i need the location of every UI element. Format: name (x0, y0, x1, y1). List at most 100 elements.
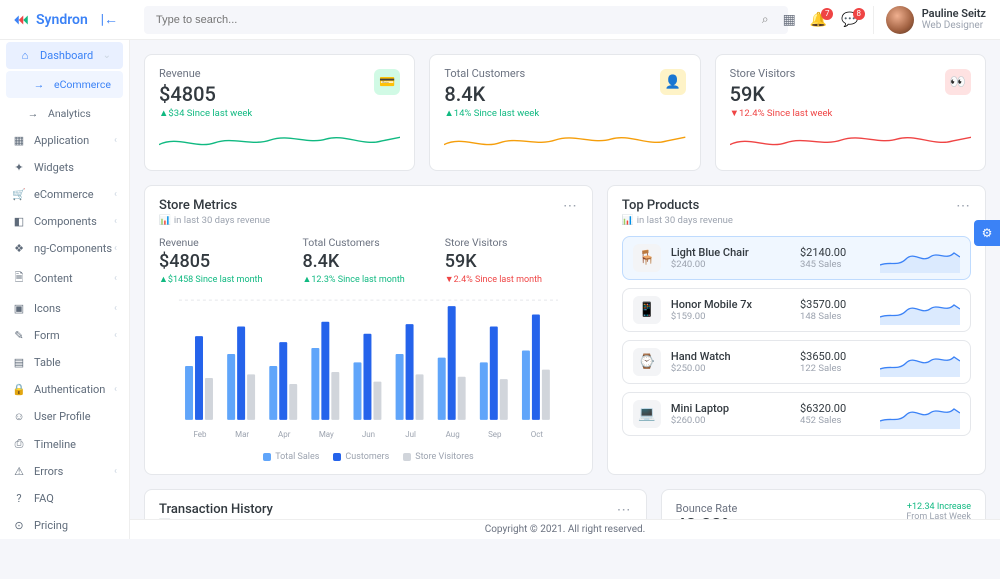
sidebar-item-authentication[interactable]: 🔒Authentication‹ (0, 376, 129, 403)
top-products-title: Top Products (622, 198, 733, 213)
kpi-card-store-visitors: Store Visitors 59K ▼12.4% Since last wee… (715, 54, 986, 171)
svg-text:May: May (319, 430, 334, 439)
svg-text:Sep: Sep (488, 430, 502, 439)
bounce-title: Bounce Rate (676, 502, 738, 515)
chevron-icon: ‹ (114, 273, 117, 284)
product-row[interactable]: 💻 Mini Laptop $260.00 $6320.00 452 Sales (622, 392, 971, 436)
product-sales: 452 Sales (800, 415, 870, 426)
sidebar-item-errors[interactable]: ⚠ Errors ‹ (0, 458, 129, 485)
nav-icon: ⌂ (18, 49, 32, 62)
sidebar-item-dashboard[interactable]: ⌂ Dashboard ⌄ (6, 42, 123, 69)
apps-icon[interactable]: ▦ (783, 12, 796, 28)
arrow-icon: → (32, 78, 46, 91)
sidebar-item-application[interactable]: ▦Application‹ (0, 127, 129, 154)
product-row[interactable]: ⌚ Hand Watch $250.00 $3650.00 122 Sales (622, 340, 971, 384)
product-sparkline (880, 295, 960, 325)
kpi-delta: ▲14% Since last week (444, 108, 685, 119)
store-metrics-menu-icon[interactable]: ⋯ (563, 198, 578, 214)
sidebar-item-label: ng-Components (34, 242, 112, 255)
product-sparkline (880, 399, 960, 429)
kpi-icon: 👤 (660, 69, 686, 95)
kpi-value: 59K (730, 82, 971, 106)
sidebar-item-label: Widgets (34, 161, 74, 174)
sidebar-item-content[interactable]: 🗎 Content ‹ (0, 262, 129, 295)
transaction-menu-icon[interactable]: ⋯ (617, 502, 632, 518)
search-icon[interactable]: ⌕ (762, 12, 769, 27)
sidebar-item-label: Dashboard (40, 49, 93, 62)
bounce-delta: +12.34 Increase (906, 502, 971, 512)
product-revenue: $3650.00 (800, 350, 870, 363)
metric-revenue: Revenue $4805 ▲$1458 Since last month (159, 236, 262, 285)
sidebar-item-label: Components (34, 215, 97, 228)
metric-value: 8.4K (302, 251, 404, 272)
kpi-icon: 👀 (945, 69, 971, 95)
user-role: Web Designer (922, 20, 986, 32)
legend-item: Store Visitores (403, 452, 473, 462)
top-products-menu-icon[interactable]: ⋯ (956, 198, 971, 214)
sparkline (159, 125, 400, 155)
sidebar-subitem-analytics[interactable]: →Analytics (0, 100, 129, 127)
sidebar-item-pricing[interactable]: ⊙Pricing (0, 512, 129, 539)
product-revenue: $3570.00 (800, 298, 870, 311)
nav-icon: 🛒 (12, 188, 26, 201)
chevron-icon: ⌄ (103, 50, 111, 61)
sidebar-subitem-ecommerce[interactable]: →eCommerce (6, 71, 123, 98)
sidebar-item-user-profile[interactable]: ☺User Profile (0, 403, 129, 430)
nav-icon: ▦ (12, 134, 26, 147)
product-price: $250.00 (671, 363, 731, 374)
sidebar: ⌂ Dashboard ⌄ →eCommerce→Analytics▦Applicat… (0, 40, 130, 539)
product-price: $260.00 (671, 415, 729, 426)
kpi-card-revenue: Revenue $4805 ▲$34 Since last week 💳 (144, 54, 415, 171)
user-menu[interactable]: Pauline Seitz Web Designer (873, 6, 986, 34)
nav-icon: ✦ (12, 161, 26, 174)
metric-title: Total Customers (302, 236, 404, 249)
user-name: Pauline Seitz (922, 7, 986, 20)
product-row[interactable]: 📱 Honor Mobile 7x $159.00 $3570.00 148 S… (622, 288, 971, 332)
product-thumb: ⌚ (633, 348, 661, 376)
legend-item: Customers (333, 452, 389, 462)
nav-icon: 🗎 (12, 269, 26, 288)
kpi-title: Total Customers (444, 67, 685, 80)
store-metrics-card: Store Metrics 📊 in last 30 days revenue … (144, 185, 593, 475)
svg-text:Oct: Oct (531, 430, 544, 439)
sidebar-item-form[interactable]: ✎Form‹ (0, 322, 129, 349)
sidebar-item-label: Content (34, 272, 73, 285)
sidebar-item-ecommerce[interactable]: 🛒eCommerce‹ (0, 181, 129, 208)
product-row[interactable]: 🪑 Light Blue Chair $240.00 $2140.00 345 … (622, 236, 971, 280)
chevron-icon: ‹ (114, 303, 117, 314)
sidebar-item-widgets[interactable]: ✦ Widgets (0, 154, 129, 181)
legend-item: Total Sales (263, 452, 319, 462)
chevron-icon: ‹ (114, 189, 117, 200)
sidebar-item-components[interactable]: ◧Components‹ (0, 208, 129, 235)
product-thumb: 📱 (633, 296, 661, 324)
transaction-title: Transaction History (159, 502, 273, 517)
messages-icon[interactable]: 💬8 (841, 12, 858, 28)
nav-icon: ❖ (12, 242, 26, 255)
svg-text:Aug: Aug (446, 430, 460, 439)
metric-delta: ▼2.4% Since last month (445, 274, 542, 285)
nav-icon: 🔒 (12, 383, 26, 396)
chevron-icon: ‹ (114, 216, 117, 227)
sidebar-item-label: FAQ (34, 492, 54, 505)
chevron-icon: ‹ (114, 384, 117, 395)
metric-delta: ▲$1458 Since last month (159, 274, 262, 285)
settings-gear-icon[interactable]: ⚙ (974, 220, 1000, 246)
sidebar-item-label: Errors (34, 465, 63, 478)
chevron-icon: ‹ (114, 466, 117, 477)
sidebar-collapse-button[interactable]: |← (101, 11, 118, 28)
chevron-icon: ‹ (114, 243, 117, 254)
sidebar-item-ng-components[interactable]: ❖ ng-Components‹ (0, 235, 129, 262)
top-products-card: Top Products 📊 in last 30 days revenue ⋯… (607, 185, 986, 475)
sidebar-item-faq[interactable]: ?FAQ (0, 485, 129, 512)
sidebar-item-table[interactable]: ▤Table (0, 349, 129, 376)
sidebar-item-icons[interactable]: ▣Icons‹ (0, 295, 129, 322)
product-name: Mini Laptop (671, 402, 729, 415)
store-metrics-title: Store Metrics (159, 198, 270, 213)
nav-icon: ✎ (12, 329, 26, 342)
sidebar-item-timeline[interactable]: ⎙Timeline (0, 430, 129, 458)
search-input[interactable] (144, 6, 788, 34)
nav-icon: ⚠ (12, 465, 26, 478)
notifications-bell-icon[interactable]: 🔔7 (810, 12, 827, 28)
avatar (886, 6, 914, 34)
brand-name: Syndron (36, 12, 88, 28)
